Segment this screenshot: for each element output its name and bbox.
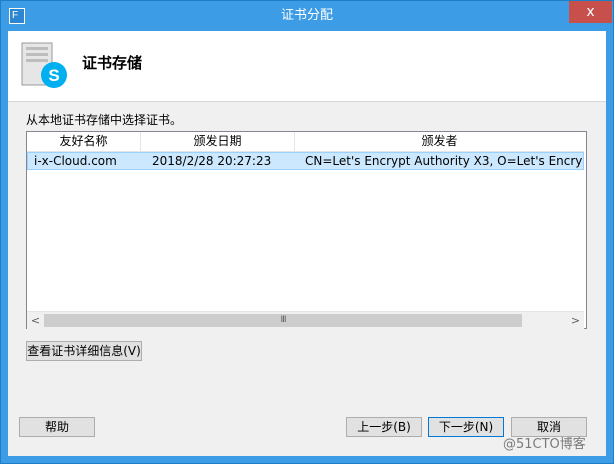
scroll-grip-icon: III	[280, 315, 287, 325]
title-bar[interactable]: F 证书分配 x	[1, 1, 613, 31]
dialog-window: F 证书分配 x S 证书存储 从本地证书存储中选择证书。 友好名称 颁发日期 …	[0, 0, 614, 464]
svg-text:S: S	[48, 66, 59, 85]
column-header-issue-date[interactable]: 颁发日期	[141, 132, 295, 152]
skype-server-icon: S	[21, 42, 67, 88]
page-title: 证书存储	[82, 54, 143, 72]
dialog-body: S 证书存储 从本地证书存储中选择证书。 友好名称 颁发日期 颁发者 i-x-C…	[8, 31, 606, 456]
cell-issue-date: 2018/2/28 20:27:23	[152, 154, 272, 168]
close-icon: x	[586, 4, 595, 20]
table-row[interactable]: i-x-Cloud.com 2018/2/28 20:27:23 CN=Let'…	[27, 152, 584, 170]
view-certificate-details-button[interactable]: 查看证书详细信息(V)	[26, 341, 142, 361]
instruction-text: 从本地证书存储中选择证书。	[26, 113, 183, 127]
column-header-issuer[interactable]: 颁发者	[295, 132, 584, 152]
certificate-list[interactable]: 友好名称 颁发日期 颁发者 i-x-Cloud.com 2018/2/28 20…	[26, 131, 587, 329]
close-button[interactable]: x	[569, 1, 612, 23]
cell-issuer: CN=Let's Encrypt Authority X3, O=Let's E…	[305, 154, 583, 168]
horizontal-scrollbar[interactable]: < III >	[27, 311, 584, 329]
window-title: 证书分配	[280, 8, 333, 23]
next-button[interactable]: 下一步(N)	[428, 417, 504, 437]
scroll-right-icon[interactable]: >	[567, 312, 584, 329]
cancel-button[interactable]: 取消	[511, 417, 587, 437]
help-button[interactable]: 帮助	[19, 417, 95, 437]
column-header-friendly-name[interactable]: 友好名称	[27, 132, 141, 152]
back-button[interactable]: 上一步(B)	[346, 417, 422, 437]
scroll-left-icon[interactable]: <	[27, 312, 44, 329]
scroll-thumb[interactable]: III	[44, 314, 522, 327]
wizard-header: S 证书存储	[8, 31, 606, 102]
cell-friendly-name: i-x-Cloud.com	[34, 154, 117, 168]
watermark: @51CTO博客	[503, 437, 586, 452]
